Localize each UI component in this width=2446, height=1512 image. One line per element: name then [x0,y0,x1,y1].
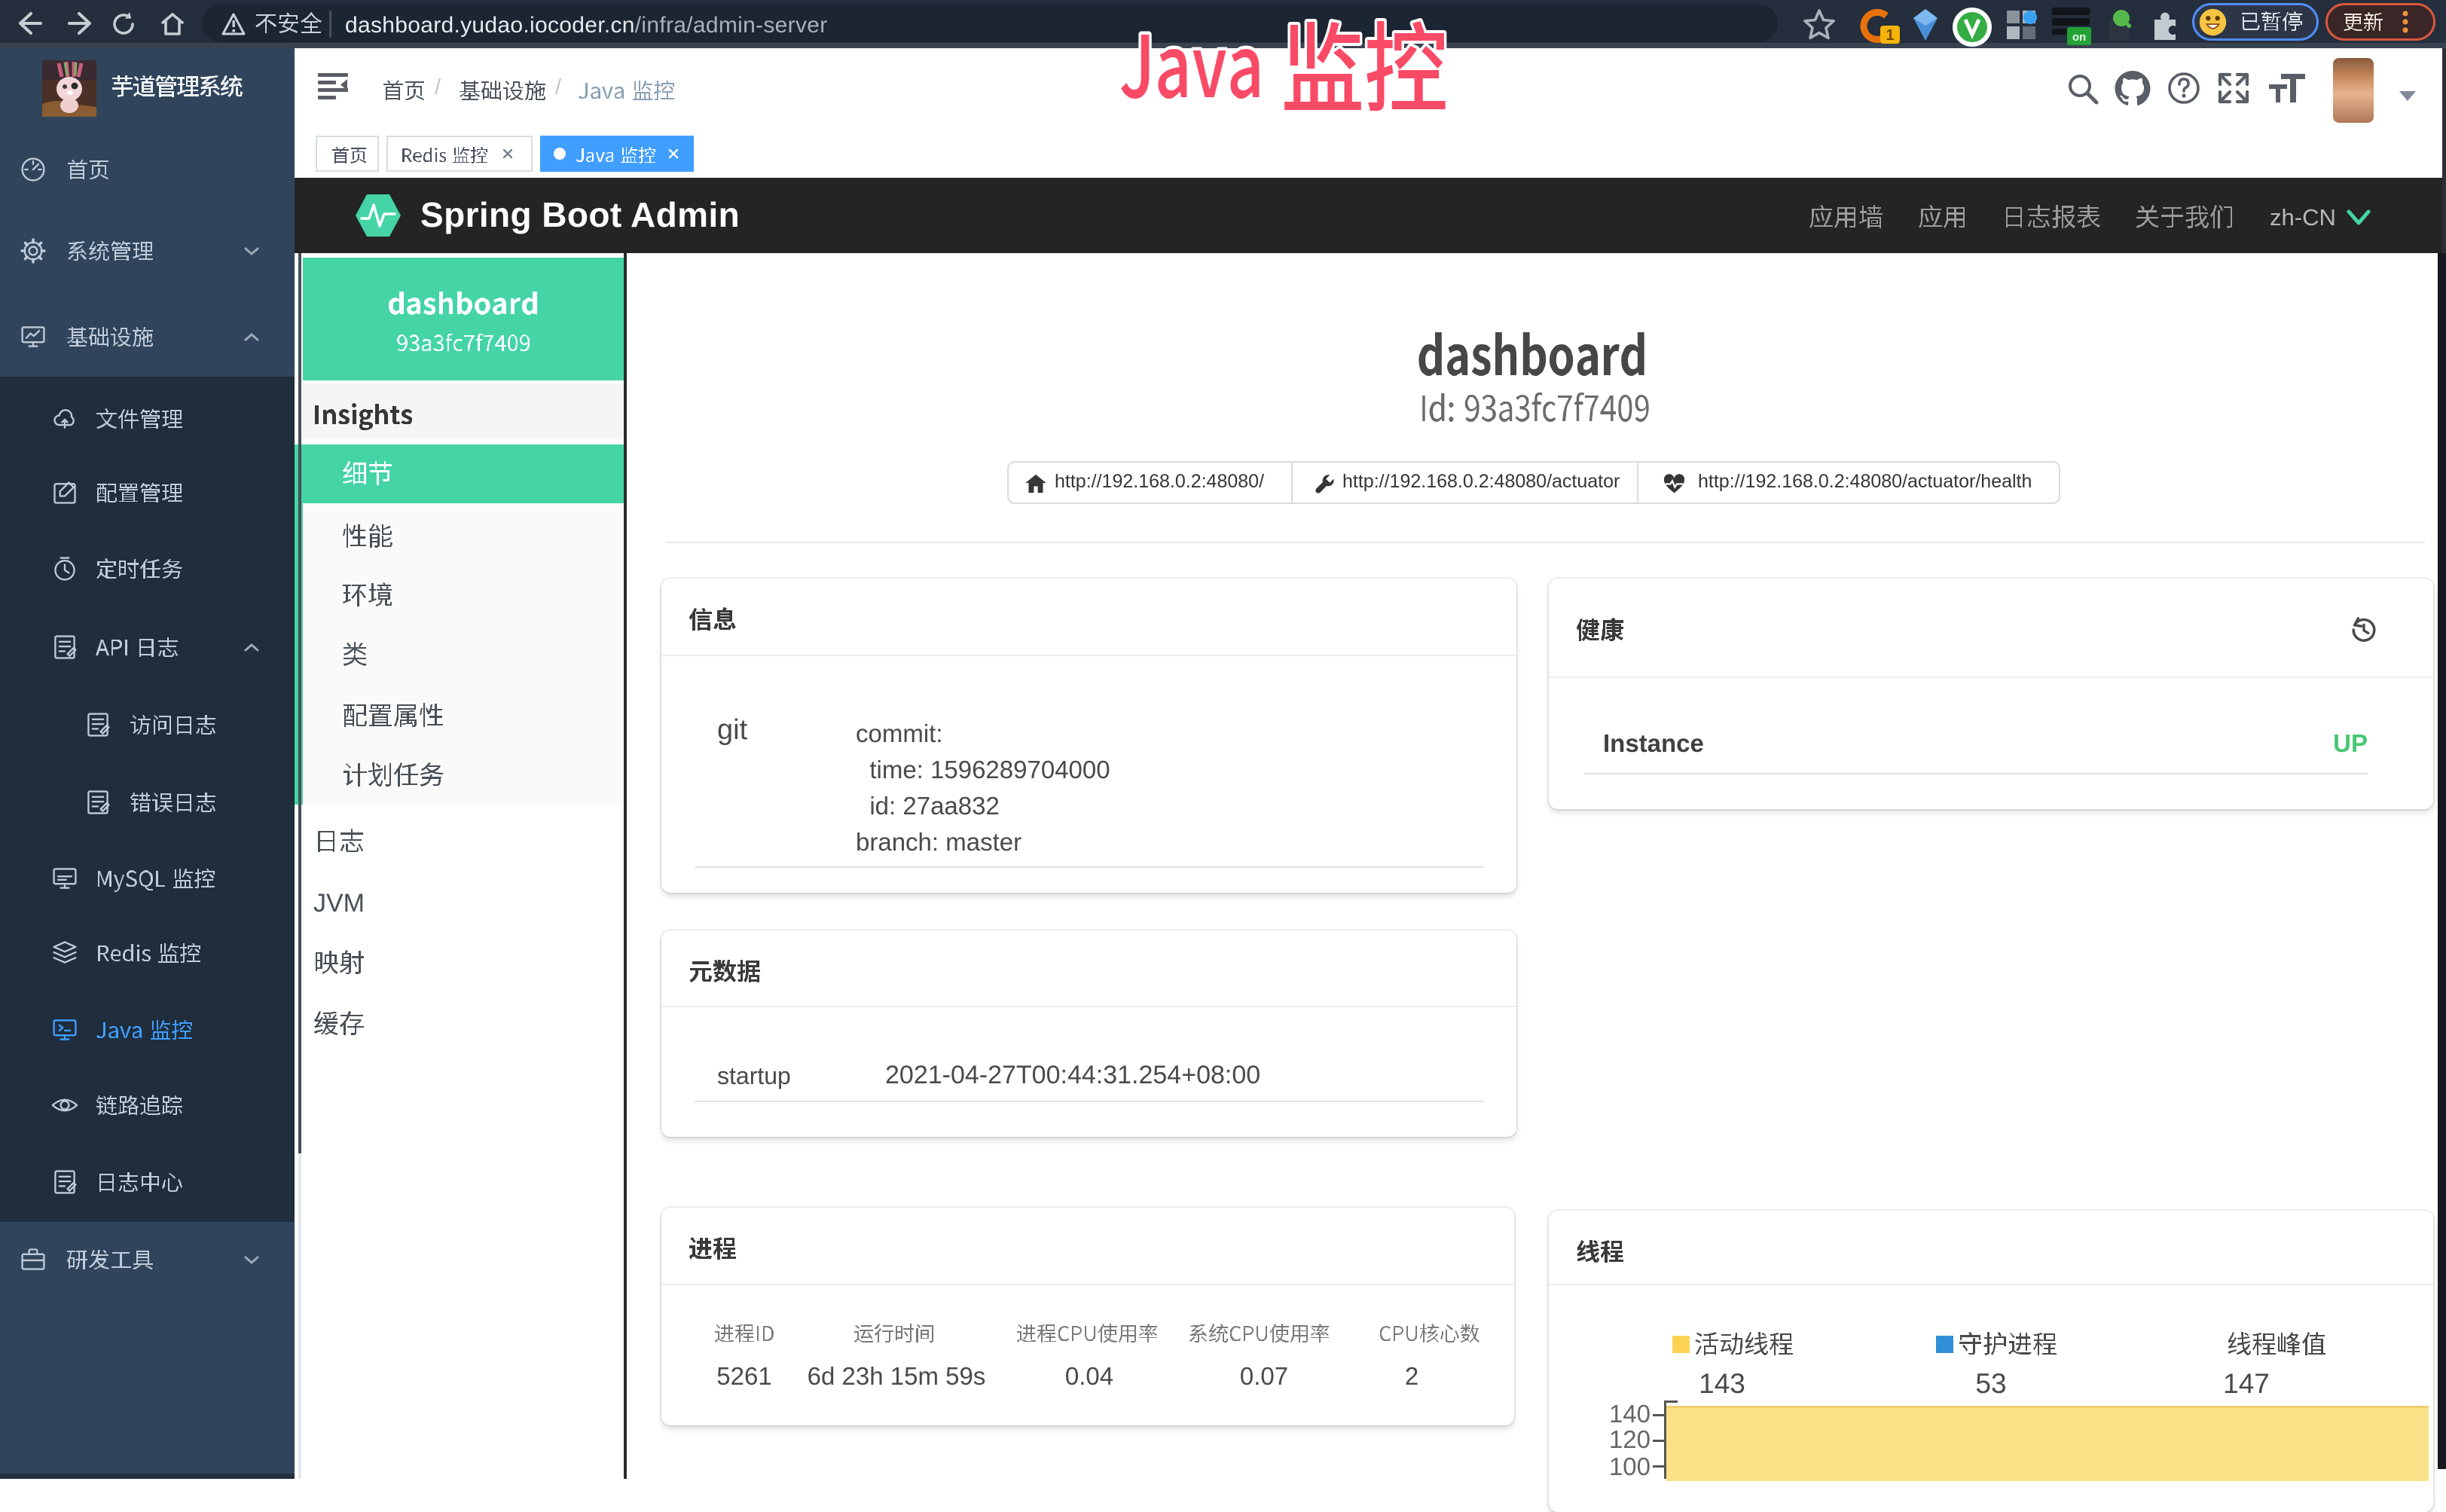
svg-text:1: 1 [1886,27,1894,44]
svg-text:on: on [2072,31,2086,44]
